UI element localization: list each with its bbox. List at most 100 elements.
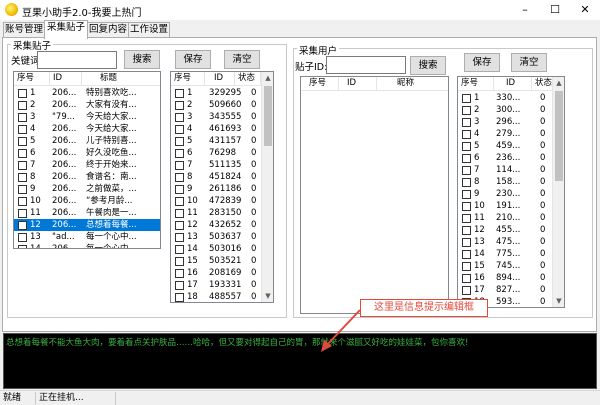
list-item[interactable]: 12 455... 0: [458, 224, 564, 236]
user-list[interactable]: 序号 ID 昵称: [300, 76, 449, 314]
list-item[interactable]: 9 261186 0: [171, 183, 273, 195]
row-checkbox[interactable]: [175, 173, 184, 182]
row-checkbox[interactable]: [462, 250, 471, 259]
minimize-button[interactable]: –: [510, 0, 540, 20]
list-item[interactable]: 8 206... 食谱名：南...: [14, 171, 160, 183]
list-item[interactable]: 6 236... 0: [458, 152, 564, 164]
list-item[interactable]: 14 503016 0: [171, 243, 273, 255]
list-item[interactable]: 5 459... 0: [458, 140, 564, 152]
list-item[interactable]: 9 206... 之前做菜，...: [14, 183, 160, 195]
row-checkbox[interactable]: [175, 245, 184, 254]
post-clear-button[interactable]: 清空: [224, 50, 260, 69]
column-header[interactable]: ID: [339, 77, 377, 91]
scroll-thumb[interactable]: [264, 86, 272, 146]
row-checkbox[interactable]: [18, 185, 27, 194]
list-item[interactable]: 7 114... 0: [458, 164, 564, 176]
list-item[interactable]: 1 329295 0: [171, 87, 273, 99]
list-item[interactable]: 16 208169 0: [171, 267, 273, 279]
user-save-button[interactable]: 保存: [464, 53, 500, 72]
row-checkbox[interactable]: [175, 209, 184, 218]
row-checkbox[interactable]: [18, 209, 27, 218]
row-checkbox[interactable]: [18, 101, 27, 110]
column-header[interactable]: 序号: [14, 72, 50, 86]
list-item[interactable]: 3 "79... 今天给大家...: [14, 111, 160, 123]
list-item[interactable]: 5 206... 儿子特别喜...: [14, 135, 160, 147]
row-checkbox[interactable]: [462, 262, 471, 271]
row-checkbox[interactable]: [462, 214, 471, 223]
column-header[interactable]: 序号: [171, 72, 205, 86]
row-checkbox[interactable]: [462, 274, 471, 283]
list-item[interactable]: 12 432652 0: [171, 219, 273, 231]
row-checkbox[interactable]: [462, 226, 471, 235]
column-header[interactable]: ID: [205, 72, 235, 86]
column-header[interactable]: 昵称: [377, 77, 448, 91]
row-checkbox[interactable]: [175, 257, 184, 266]
list-item[interactable]: 15 745... 0: [458, 260, 564, 272]
list-item[interactable]: 7 511135 0: [171, 159, 273, 171]
scroll-up-icon[interactable]: ▲: [553, 77, 564, 89]
scroll-up-icon[interactable]: ▲: [262, 72, 273, 84]
tab-collect-posts[interactable]: 采集贴子: [44, 20, 88, 39]
row-checkbox[interactable]: [18, 221, 27, 230]
close-button[interactable]: ✕: [570, 0, 600, 20]
row-checkbox[interactable]: [175, 161, 184, 170]
list-item[interactable]: 1 206... 特别喜欢吃...: [14, 87, 160, 99]
row-checkbox[interactable]: [18, 113, 27, 122]
row-checkbox[interactable]: [18, 89, 27, 98]
row-checkbox[interactable]: [462, 142, 471, 151]
list-item[interactable]: 9 230... 0: [458, 188, 564, 200]
list-item[interactable]: 7 206... 终于开始来...: [14, 159, 160, 171]
list-item[interactable]: 8 451824 0: [171, 171, 273, 183]
row-checkbox[interactable]: [175, 125, 184, 134]
row-checkbox[interactable]: [175, 113, 184, 122]
list-item[interactable]: 10 206... “参考月龄...: [14, 195, 160, 207]
row-checkbox[interactable]: [462, 190, 471, 199]
list-item[interactable]: 10 472839 0: [171, 195, 273, 207]
row-checkbox[interactable]: [462, 94, 471, 103]
list-item[interactable]: 2 300... 0: [458, 104, 564, 116]
row-checkbox[interactable]: [175, 281, 184, 290]
row-checkbox[interactable]: [175, 185, 184, 194]
row-checkbox[interactable]: [18, 137, 27, 146]
row-checkbox[interactable]: [18, 233, 27, 242]
row-checkbox[interactable]: [18, 197, 27, 206]
list-item[interactable]: 8 158... 0: [458, 176, 564, 188]
column-header[interactable]: 序号: [458, 77, 494, 91]
list-item[interactable]: 16 894... 0: [458, 272, 564, 284]
user-search-button[interactable]: 搜索: [410, 56, 446, 75]
maximize-button[interactable]: ☐: [540, 0, 570, 20]
row-checkbox[interactable]: [18, 125, 27, 134]
row-checkbox[interactable]: [175, 233, 184, 242]
list-item[interactable]: 13 "ad... 每一个心中...: [14, 231, 160, 243]
column-header[interactable]: 标题: [82, 72, 160, 86]
row-checkbox[interactable]: [462, 154, 471, 163]
info-console[interactable]: 总想着每餐不能大鱼大肉，要着着点关护肤品……哈哈，但又要对得起自己的胃，那就来个…: [3, 333, 597, 389]
list-item[interactable]: 17 193331 0: [171, 279, 273, 291]
user-status-list-scrollbar[interactable]: ▲ ▼: [552, 77, 564, 307]
list-item[interactable]: 4 279... 0: [458, 128, 564, 140]
column-header[interactable]: ID: [494, 77, 532, 91]
list-item[interactable]: 5 431157 0: [171, 135, 273, 147]
row-checkbox[interactable]: [18, 149, 27, 158]
list-item[interactable]: 3 343555 0: [171, 111, 273, 123]
list-item[interactable]: 14 775... 0: [458, 248, 564, 260]
scroll-thumb[interactable]: [555, 91, 563, 181]
row-checkbox[interactable]: [175, 149, 184, 158]
list-item[interactable]: 3 296... 0: [458, 116, 564, 128]
tab-work-settings[interactable]: 工作设置: [128, 22, 170, 38]
post-status-list[interactable]: 序号 ID 状态 1 329295 0 2 509660 0 3 343555 0 4 461693…: [170, 71, 274, 303]
post-search-button[interactable]: 搜索: [124, 50, 160, 69]
column-header[interactable]: 序号: [301, 77, 339, 91]
list-item[interactable]: 13 503637 0: [171, 231, 273, 243]
list-item[interactable]: 4 461693 0: [171, 123, 273, 135]
list-item[interactable]: 2 206... 大家有没有...: [14, 99, 160, 111]
row-checkbox[interactable]: [175, 293, 184, 302]
column-header[interactable]: ID: [50, 72, 82, 86]
row-checkbox[interactable]: [18, 173, 27, 182]
keyword-input[interactable]: [37, 51, 117, 69]
row-checkbox[interactable]: [462, 286, 471, 295]
post-id-input[interactable]: [326, 56, 406, 74]
column-header[interactable]: 状态: [532, 77, 554, 91]
user-status-list[interactable]: 序号 ID 状态 1 330... 0 2 300... 0 3 296... 0 4 279...…: [457, 76, 565, 308]
row-checkbox[interactable]: [175, 269, 184, 278]
